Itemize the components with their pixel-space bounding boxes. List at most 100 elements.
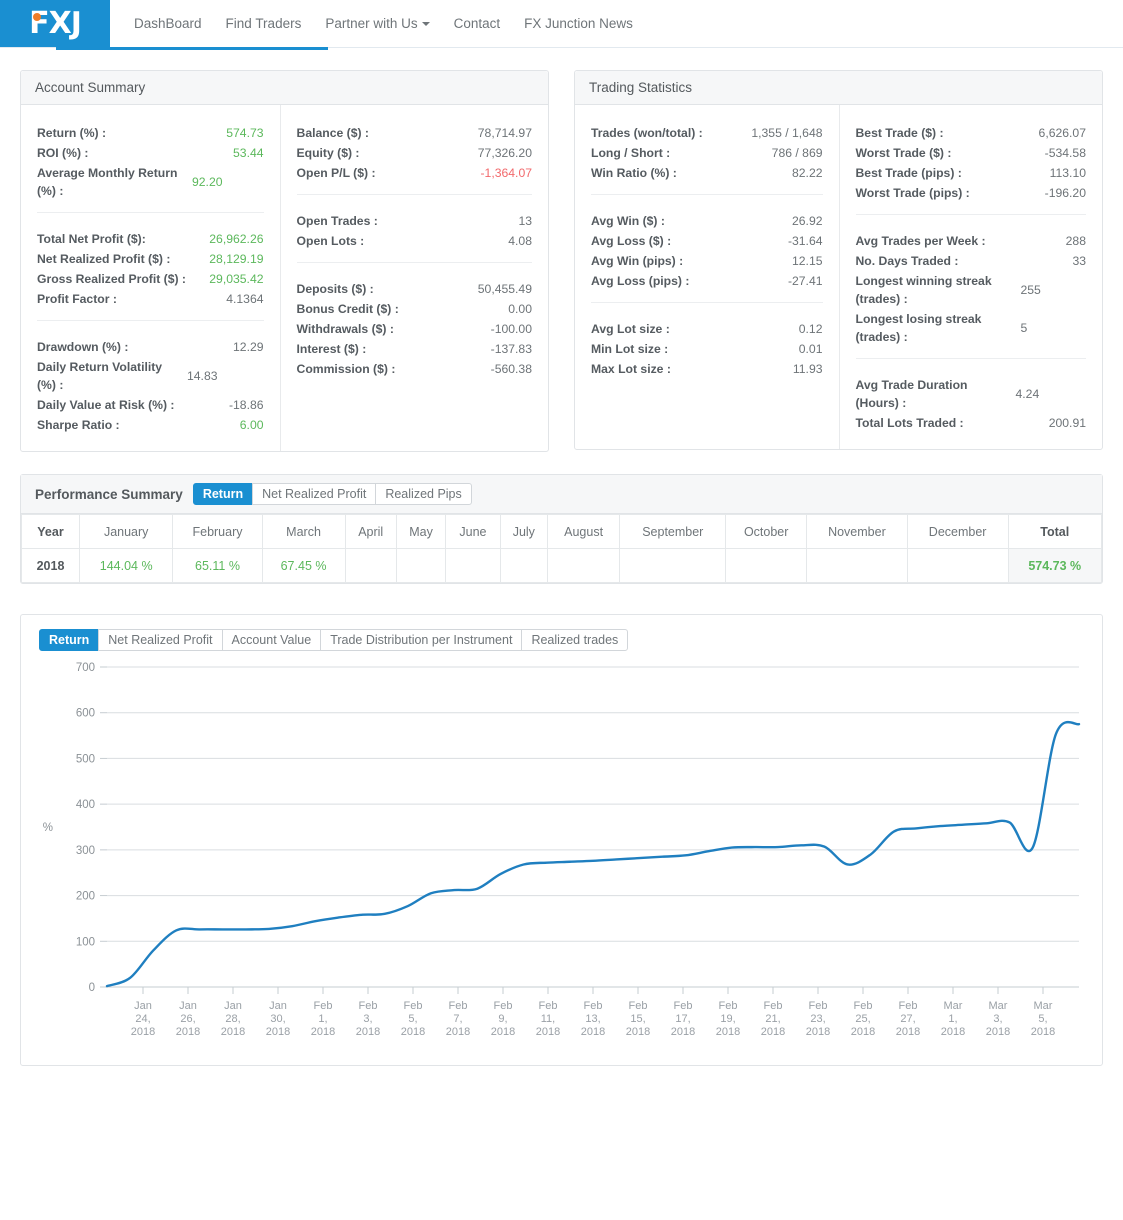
svg-text:30,: 30, xyxy=(270,1013,285,1025)
svg-text:3,: 3, xyxy=(993,1013,1002,1025)
chart-tab-net-realized-profit[interactable]: Net Realized Profit xyxy=(98,629,223,651)
stat-row-longest-losing-streak: Longest losing streak (trades) : 5 xyxy=(856,309,1087,347)
nav-label: DashBoard xyxy=(134,15,202,31)
stat-value: 26.92 xyxy=(792,214,823,228)
nav-item-contact[interactable]: Contact xyxy=(442,0,513,48)
stat-value: 33 xyxy=(1072,254,1086,268)
stat-row-balance: Balance ($) : 78,714.97 xyxy=(297,123,532,143)
stat-label: Best Trade (pips) : xyxy=(855,166,962,180)
tab-net-realized-profit[interactable]: Net Realized Profit xyxy=(252,483,377,505)
svg-text:Jan: Jan xyxy=(179,1000,197,1012)
svg-text:Jan: Jan xyxy=(134,1000,152,1012)
svg-text:1,: 1, xyxy=(948,1013,957,1025)
svg-text:2018: 2018 xyxy=(941,1026,965,1038)
svg-text:2018: 2018 xyxy=(806,1026,830,1038)
cell-august xyxy=(546,548,621,583)
brand-logo-block[interactable]: FXJ xyxy=(0,0,110,47)
svg-text:25,: 25, xyxy=(855,1013,870,1025)
stat-label: Trades (won/total) : xyxy=(591,126,703,140)
svg-text:Mar: Mar xyxy=(944,1000,963,1012)
stat-row-worst-trade-dollars: Worst Trade ($) : -534.58 xyxy=(856,143,1087,163)
nav-item-partner-with-us[interactable]: Partner with Us xyxy=(313,0,441,48)
trading-statistics-col-1: Trades (won/total) : 1,355 / 1,648 Long /… xyxy=(575,105,840,449)
tab-realized-pips[interactable]: Realized Pips xyxy=(375,483,472,505)
return-chart-svg: 0100200300400500600700%Jan24,2018Jan26,2… xyxy=(43,662,1081,1038)
stat-row-best-trade-dollars: Best Trade ($) : 6,626.07 xyxy=(856,123,1087,143)
nav-item-find-traders[interactable]: Find Traders xyxy=(214,0,314,48)
stat-label: Avg Loss ($) : xyxy=(591,234,672,248)
svg-text:5,: 5, xyxy=(1038,1013,1047,1025)
stat-group: Balance ($) : 78,714.97 Equity ($) : 77,32… xyxy=(297,123,532,183)
stat-label: Bonus Credit ($) : xyxy=(296,302,399,316)
stat-label: Open Lots : xyxy=(296,234,365,248)
svg-text:Feb: Feb xyxy=(359,1000,378,1012)
stat-group: Open Trades : 13 Open Lots : 4.08 xyxy=(296,194,532,251)
stat-label: Long / Short : xyxy=(591,146,671,160)
svg-text:Feb: Feb xyxy=(449,1000,468,1012)
stat-label: Profit Factor : xyxy=(37,292,117,306)
stat-label: ROI (%) : xyxy=(37,146,89,160)
svg-text:Feb: Feb xyxy=(494,1000,513,1012)
col-july: July xyxy=(499,514,548,549)
stat-label: Interest ($) : xyxy=(296,342,367,356)
cell-march: 67.45 % xyxy=(261,548,346,583)
svg-text:24,: 24, xyxy=(135,1013,150,1025)
stat-value: -100.00 xyxy=(490,322,532,336)
table-header-row: Year January February March April May Ju… xyxy=(21,514,1102,549)
stat-row-net-realized-profit: Net Realized Profit ($) : 28,129.19 xyxy=(37,249,264,269)
svg-text:2018: 2018 xyxy=(716,1026,740,1038)
stat-group: Avg Lot size : 0.12 Min Lot size : 0.01 Ma… xyxy=(591,302,823,379)
col-june: June xyxy=(445,514,501,549)
stat-value: 26,962.26 xyxy=(209,232,264,246)
col-january: January xyxy=(78,514,174,549)
svg-text:19,: 19, xyxy=(720,1013,735,1025)
nav-active-underline xyxy=(56,47,328,50)
stat-value: 1,355 / 1,648 xyxy=(751,126,823,140)
svg-text:2018: 2018 xyxy=(626,1026,650,1038)
tab-return[interactable]: Return xyxy=(192,483,254,505)
trading-statistics-body: Trades (won/total) : 1,355 / 1,648 Long /… xyxy=(575,105,1102,449)
stat-row-bonus-credit: Bonus Credit ($) : 0.00 xyxy=(297,299,532,319)
stat-label: Daily Return Volatility (%) : xyxy=(37,360,163,392)
stat-label: Worst Trade (pips) : xyxy=(855,186,970,200)
stat-group: Drawdown (%) : 12.29 Daily Return Volatil… xyxy=(37,320,264,435)
cell-november xyxy=(806,548,908,583)
stat-row-no-days-traded: No. Days Traded : 33 xyxy=(856,251,1087,271)
nav-links: DashBoard Find Traders Partner with Us C… xyxy=(110,0,645,47)
svg-text:2018: 2018 xyxy=(131,1026,155,1038)
stat-value: 574.73 xyxy=(226,126,264,140)
cell-may xyxy=(395,548,447,583)
chart-tab-trade-distribution[interactable]: Trade Distribution per Instrument xyxy=(320,629,523,651)
trading-statistics-col-2: Best Trade ($) : 6,626.07 Worst Trade ($)… xyxy=(840,105,1103,449)
stat-row-profit-factor: Profit Factor : 4.1364 xyxy=(37,289,264,309)
nav-label: FX Junction News xyxy=(524,15,633,31)
stat-row-withdrawals: Withdrawals ($) : -100.00 xyxy=(297,319,532,339)
table-row: 2018 144.04 % 65.11 % 67.45 % 574.73 % xyxy=(21,548,1102,583)
stat-row-equity: Equity ($) : 77,326.20 xyxy=(297,143,532,163)
stat-group: Avg Trade Duration (Hours) : 4.24 Total L… xyxy=(855,358,1086,433)
svg-text:700: 700 xyxy=(76,662,95,674)
stat-row-commission: Commission ($) : -560.38 xyxy=(297,359,532,379)
nav-label: Partner with Us xyxy=(325,15,418,31)
stat-group: Best Trade ($) : 6,626.07 Worst Trade ($)… xyxy=(856,123,1087,203)
stat-row-avg-monthly-return: Average Monthly Return (%) : 92.20 xyxy=(37,163,264,201)
chart-tab-realized-trades[interactable]: Realized trades xyxy=(521,629,629,651)
svg-text:2018: 2018 xyxy=(356,1026,380,1038)
chart-tab-return[interactable]: Return xyxy=(39,629,100,651)
cell-june xyxy=(445,548,501,583)
return-chart: 0 100 200 300 400 500 600 700% Jan 24, 2018 Jan 26, 2… xyxy=(39,655,1088,1055)
cell-december xyxy=(906,548,1009,583)
top-navbar: FXJ DashBoard Find Traders Partner with … xyxy=(0,0,1123,50)
stat-row-worst-trade-pips: Worst Trade (pips) : -196.20 xyxy=(856,183,1087,203)
summary-panels-row: Account Summary Return (%) : 574.73 ROI (… xyxy=(20,70,1103,452)
nav-item-dashboard[interactable]: DashBoard xyxy=(122,0,214,48)
svg-text:Mar: Mar xyxy=(989,1000,1008,1012)
svg-text:2018: 2018 xyxy=(266,1026,290,1038)
stat-label: Longest winning streak (trades) : xyxy=(855,274,992,306)
col-march: March xyxy=(261,514,346,549)
chart-tab-account-value[interactable]: Account Value xyxy=(221,629,322,651)
stat-value: 50,455.49 xyxy=(477,282,532,296)
svg-text:Feb: Feb xyxy=(854,1000,873,1012)
stat-value: 28,129.19 xyxy=(209,252,264,266)
nav-item-fx-junction-news[interactable]: FX Junction News xyxy=(512,0,645,48)
